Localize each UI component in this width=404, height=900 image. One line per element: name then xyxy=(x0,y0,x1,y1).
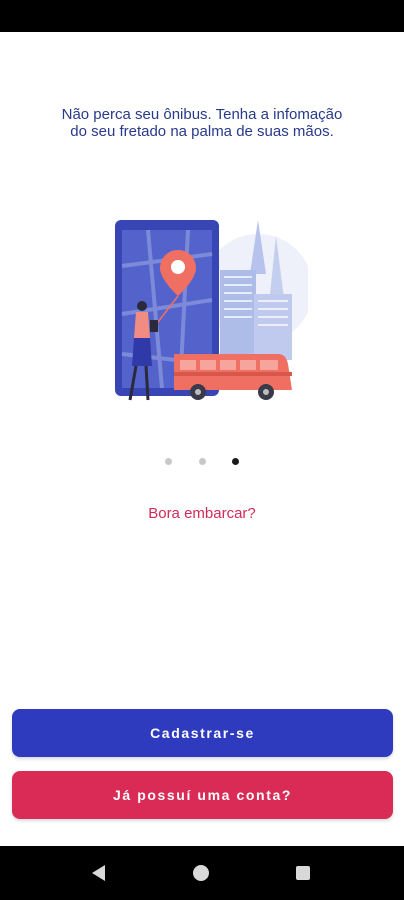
login-button[interactable]: Já possuí uma conta? xyxy=(12,771,393,819)
headline-line-2: do seu fretado na palma de suas mãos. xyxy=(70,123,334,140)
headline-line-1: Não perca seu ônibus. Tenha a infomação xyxy=(61,106,343,123)
bus-travel-illustration xyxy=(115,220,313,401)
status-bar xyxy=(0,0,404,32)
bus-icon xyxy=(174,354,292,400)
back-icon[interactable] xyxy=(92,865,105,881)
page-indicator xyxy=(0,458,404,468)
home-icon[interactable] xyxy=(193,865,209,881)
system-navigation-bar xyxy=(0,846,404,900)
page-dot-3-active[interactable] xyxy=(232,458,239,465)
page-dot-1[interactable] xyxy=(165,458,172,465)
onboarding-illustration xyxy=(108,214,313,410)
onboarding-subtitle: Bora embarcar? xyxy=(148,505,256,522)
register-button[interactable]: Cadastrar-se xyxy=(12,709,393,757)
page-dot-2[interactable] xyxy=(199,458,206,465)
recents-icon[interactable] xyxy=(296,866,310,880)
onboarding-headline: Não perca seu ônibus. Tenha a infomação … xyxy=(30,106,374,140)
